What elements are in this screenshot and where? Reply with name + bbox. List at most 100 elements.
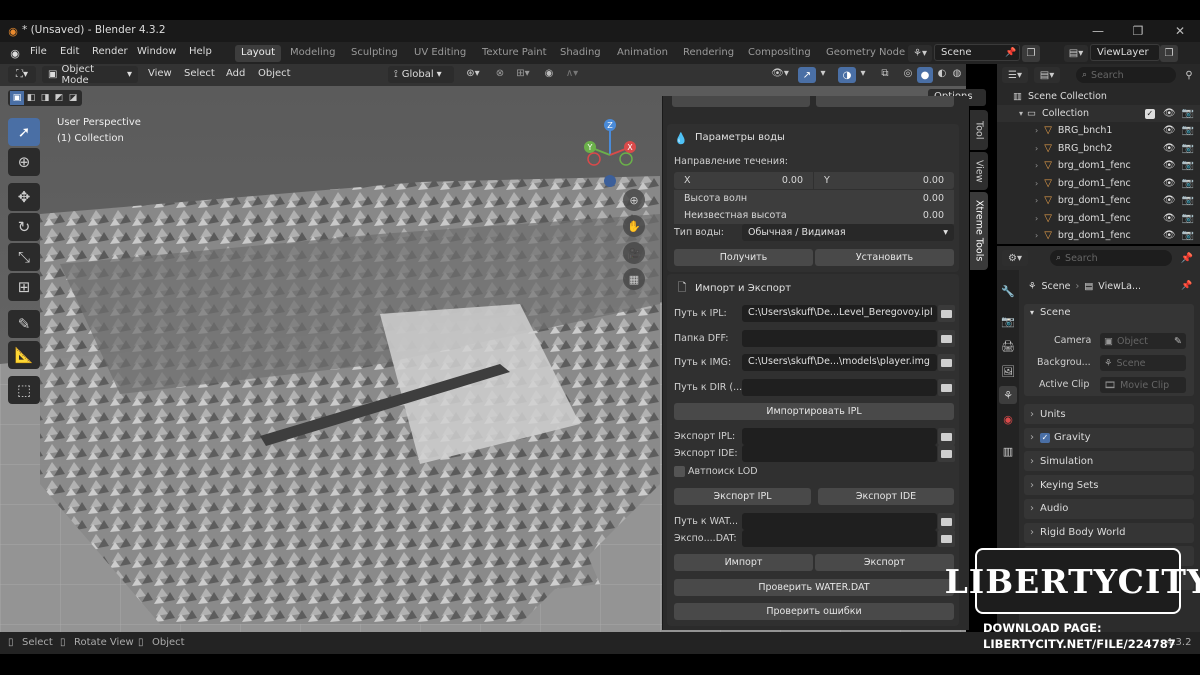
camera-icon[interactable]: 📷 [1182, 178, 1194, 189]
ipl-folder-icon[interactable] [938, 305, 955, 322]
move-tool-icon[interactable]: ✥ [8, 183, 40, 211]
gizmo-dropdown-icon[interactable]: ▾ [818, 68, 828, 79]
tab-view[interactable]: View [970, 152, 988, 190]
flow-y-field[interactable]: Y 0.00 [814, 172, 954, 189]
ipl-path-input[interactable]: C:\Users\skuff\De...Level_Beregovoy.ipl [742, 305, 937, 322]
wat-path-input[interactable] [742, 513, 937, 530]
camera-field[interactable]: ▣ Object ✎ [1100, 333, 1186, 349]
outliner-item-row[interactable]: › ▽ BRG_bnch1 👁 📷 [997, 122, 1200, 139]
outliner-item-row[interactable]: › ▽ brg_dom1_fenc 👁 📷 [997, 175, 1200, 192]
tab-modeling[interactable]: Modeling [284, 45, 342, 62]
select-intersect-icon[interactable]: ◪ [66, 91, 80, 105]
display-mode-icon[interactable]: ▤▾ [1034, 67, 1060, 83]
close-icon[interactable]: ✕ [1172, 23, 1188, 39]
set-button[interactable]: Установить [815, 249, 954, 266]
pivot-icon[interactable]: ⊛▾ [460, 68, 486, 79]
measure-tool-icon[interactable]: 📐 [8, 341, 40, 369]
camera-icon[interactable]: 📷 [1182, 230, 1194, 241]
select-invert-icon[interactable]: ◩ [52, 91, 66, 105]
scene-icon[interactable]: ⚘▾ [908, 45, 932, 62]
check-water-button[interactable]: Проверить WATER.DAT [674, 579, 954, 596]
dir-folder-icon[interactable] [938, 379, 955, 396]
select-extend-icon[interactable]: ◧ [24, 91, 38, 105]
outliner-item-row[interactable]: › ▽ BRG_bnch2 👁 📷 [997, 140, 1200, 157]
pan-hand-icon[interactable]: ✋ [623, 215, 645, 237]
menu-window[interactable]: Window [137, 46, 176, 57]
expand-arrow-icon[interactable]: › [1035, 179, 1038, 188]
overlays-icon[interactable]: ◑ [838, 67, 856, 83]
eye-icon[interactable]: 👁 [1163, 195, 1176, 206]
properties-editor-icon[interactable]: ⚙▾ [1002, 250, 1028, 266]
get-button[interactable]: Получить [674, 249, 813, 266]
orientation-selector[interactable]: ⟟ Global ▾ [388, 66, 454, 83]
img-folder-icon[interactable] [938, 354, 955, 371]
menu-help[interactable]: Help [189, 46, 212, 57]
outliner-item-row[interactable]: › ▽ brg_dom1_fenc 👁 📷 [997, 157, 1200, 174]
menu-render[interactable]: Render [92, 46, 128, 57]
camera-icon[interactable]: 📷 [1182, 143, 1194, 154]
scene-panel-header[interactable]: ▾ Scene [1030, 307, 1071, 318]
expand-arrow-icon[interactable]: › [1035, 144, 1038, 153]
camera-icon[interactable]: 📷 [1182, 160, 1194, 171]
import-export-title[interactable]: Импорт и Экспорт [695, 283, 791, 294]
outliner-item-row[interactable]: › ▽ brg_dom1_fenc 👁 📷 [997, 210, 1200, 227]
pin-icon[interactable]: 📌 [1180, 279, 1194, 293]
property-panel[interactable]: › Rigid Body World [1024, 522, 1194, 543]
background-field[interactable]: ⚘ Scene [1100, 355, 1186, 371]
dff-folder-input[interactable] [742, 330, 937, 347]
view-layer-selector[interactable]: ViewLayer [1090, 44, 1160, 61]
camera-view-icon[interactable]: 🎥 [623, 242, 645, 264]
transform-tool-icon[interactable]: ⊞ [8, 273, 40, 301]
dff-folder-icon[interactable] [938, 330, 955, 347]
maximize-icon[interactable]: ❐ [1130, 23, 1146, 39]
snap-target-icon[interactable]: ⊞▾ [510, 68, 536, 79]
properties-search[interactable]: ⌕ Search [1050, 250, 1172, 266]
filter-icon[interactable]: ⚲ [1182, 67, 1196, 83]
eye-icon[interactable]: 👁 [1163, 178, 1176, 189]
outliner-search[interactable]: ⌕ Search [1076, 67, 1176, 83]
export-ide-folder-icon[interactable] [938, 445, 955, 462]
select-new-icon[interactable]: ▣ [10, 91, 24, 105]
eye-icon[interactable]: 👁 [1163, 108, 1176, 119]
eyedropper-icon[interactable]: ✎ [1174, 336, 1182, 347]
water-section-title[interactable]: Параметры воды [695, 132, 785, 143]
falloff-icon[interactable]: ∧▾ [560, 68, 584, 79]
tab-geometry-nodes[interactable]: Geometry Node [820, 45, 911, 62]
overlays-dropdown-icon[interactable]: ▾ [858, 68, 868, 79]
expand-arrow-icon[interactable]: › [1035, 214, 1038, 223]
export-ide-button[interactable]: Экспорт IDE [818, 488, 954, 505]
expand-arrow-icon[interactable]: › [1035, 161, 1038, 170]
material-shading-icon[interactable]: ◐ [934, 68, 950, 79]
select-box-tool-icon[interactable]: ➚ [8, 118, 40, 146]
new-view-layer-icon[interactable]: ❐ [1160, 45, 1178, 62]
eye-icon[interactable]: 👁 [1163, 143, 1176, 154]
editor-type-icon[interactable]: ⛶▾ [8, 66, 36, 83]
pin-icon[interactable]: 📌 [1180, 250, 1194, 266]
collection-row[interactable]: ▾ ▭ Collection ✓ 👁 📷 [997, 105, 1200, 122]
ortho-grid-icon[interactable]: ▦ [623, 268, 645, 290]
active-clip-field[interactable]: 🎞 Movie Clip [1100, 377, 1186, 393]
export-ipl-folder-icon[interactable] [938, 428, 955, 445]
tab-uv-editing[interactable]: UV Editing [408, 45, 472, 62]
property-panel[interactable]: › Audio [1024, 498, 1194, 519]
property-panel[interactable]: › Units [1024, 404, 1194, 424]
tool-settings-tab-icon[interactable]: 🔧 [999, 282, 1017, 300]
cursor-tool-icon[interactable]: ⊕ [8, 148, 40, 176]
pin-icon[interactable]: 📌 [1004, 46, 1018, 60]
dir-path-input[interactable] [742, 379, 937, 396]
minimize-icon[interactable]: — [1090, 23, 1106, 39]
proportional-edit-icon[interactable]: ◉ [540, 68, 558, 79]
tab-rendering[interactable]: Rendering [677, 45, 740, 62]
solid-shading-icon[interactable]: ● [917, 67, 933, 83]
outliner-item-row[interactable]: › ▽ brg_dom1_fenc 👁 📷 [997, 227, 1200, 244]
zoom-icon[interactable]: ⊕ [623, 189, 645, 211]
import-ipl-button[interactable]: Импортировать IPL [674, 403, 954, 420]
import-button[interactable]: Импорт [674, 554, 813, 571]
export-dat-input[interactable] [742, 530, 937, 547]
expand-arrow-icon[interactable]: › [1035, 126, 1038, 135]
tab-animation[interactable]: Animation [611, 45, 674, 62]
xray-icon[interactable]: ⧉ [876, 68, 894, 79]
wireframe-shading-icon[interactable]: ◎ [900, 68, 916, 79]
scene-collection-row[interactable]: ▥ Scene Collection [997, 88, 1200, 105]
eye-icon[interactable]: 👁 [1163, 160, 1176, 171]
